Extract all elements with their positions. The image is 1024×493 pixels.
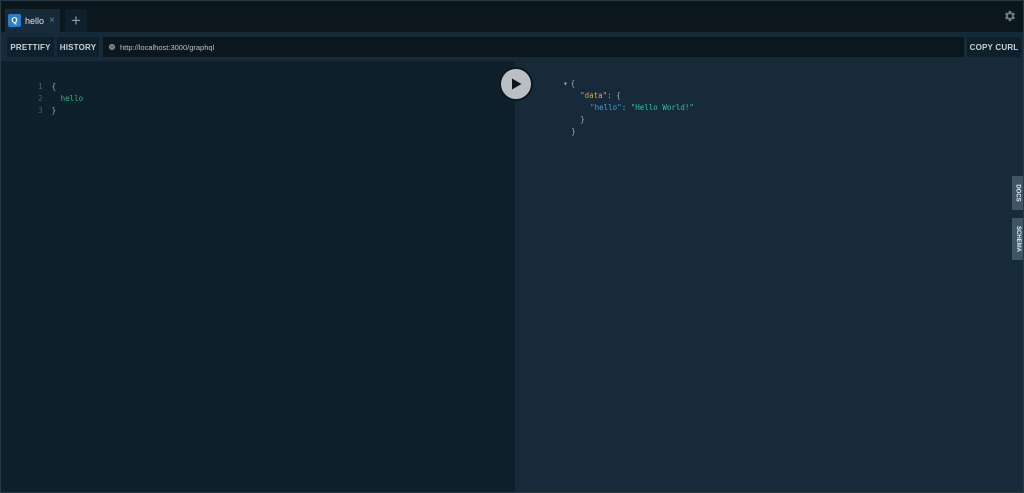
- schema-label: SCHEMA: [1014, 225, 1021, 253]
- result-viewer: ▾{ "data": { "hello": "Hello World!" } }…: [515, 61, 1023, 492]
- result-line: "hello": "Hello World!": [563, 94, 694, 112]
- result-text: }: [571, 127, 576, 136]
- result-text: }: [580, 115, 585, 124]
- gear-icon[interactable]: [1003, 9, 1017, 23]
- query-badge-icon: Q: [8, 14, 21, 27]
- close-tab-icon[interactable]: ×: [49, 15, 55, 26]
- play-icon: [512, 78, 522, 90]
- endpoint-url-text: http://localhost:3000/graphql: [120, 42, 215, 52]
- docs-label: DOCS: [1014, 184, 1021, 202]
- code-text: }: [51, 106, 57, 115]
- prettify-button[interactable]: PRETTIFY: [7, 37, 54, 57]
- history-button[interactable]: HISTORY: [57, 37, 99, 57]
- editor-line: 3}: [11, 97, 56, 115]
- result-text: :: [621, 103, 631, 112]
- result-string: "Hello World!": [630, 103, 694, 112]
- tab-label: hello: [25, 15, 45, 26]
- docs-tab[interactable]: DOCS: [1012, 176, 1023, 210]
- query-editor[interactable]: 1{ 2 hello 3}: [1, 61, 515, 492]
- execute-query-button[interactable]: [499, 67, 533, 101]
- schema-tab[interactable]: SCHEMA: [1012, 218, 1023, 260]
- editor-line: 1{: [11, 73, 56, 91]
- tab-hello[interactable]: Q hello ×: [5, 9, 60, 32]
- toolbar: PRETTIFY HISTORY http://localhost:3000/g…: [1, 32, 1023, 61]
- tab-bar: Q hello × +: [1, 1, 1023, 32]
- new-tab-button[interactable]: +: [65, 9, 87, 32]
- result-line: "data": {: [553, 82, 621, 100]
- result-line: }: [553, 106, 585, 124]
- result-line: }: [544, 118, 576, 136]
- result-key: "hello": [590, 103, 622, 112]
- copy-curl-button[interactable]: COPY CURL: [967, 37, 1021, 57]
- code-text: hello: [60, 94, 84, 103]
- connection-status-icon: [109, 44, 115, 50]
- result-line: ▾{: [536, 70, 575, 88]
- editor-line: 2 hello: [11, 85, 83, 103]
- graphql-playground-window: Q hello × + PRETTIFY HISTORY http://loca…: [0, 0, 1024, 493]
- line-number: 3: [38, 106, 43, 115]
- endpoint-url-input[interactable]: http://localhost:3000/graphql: [103, 37, 964, 57]
